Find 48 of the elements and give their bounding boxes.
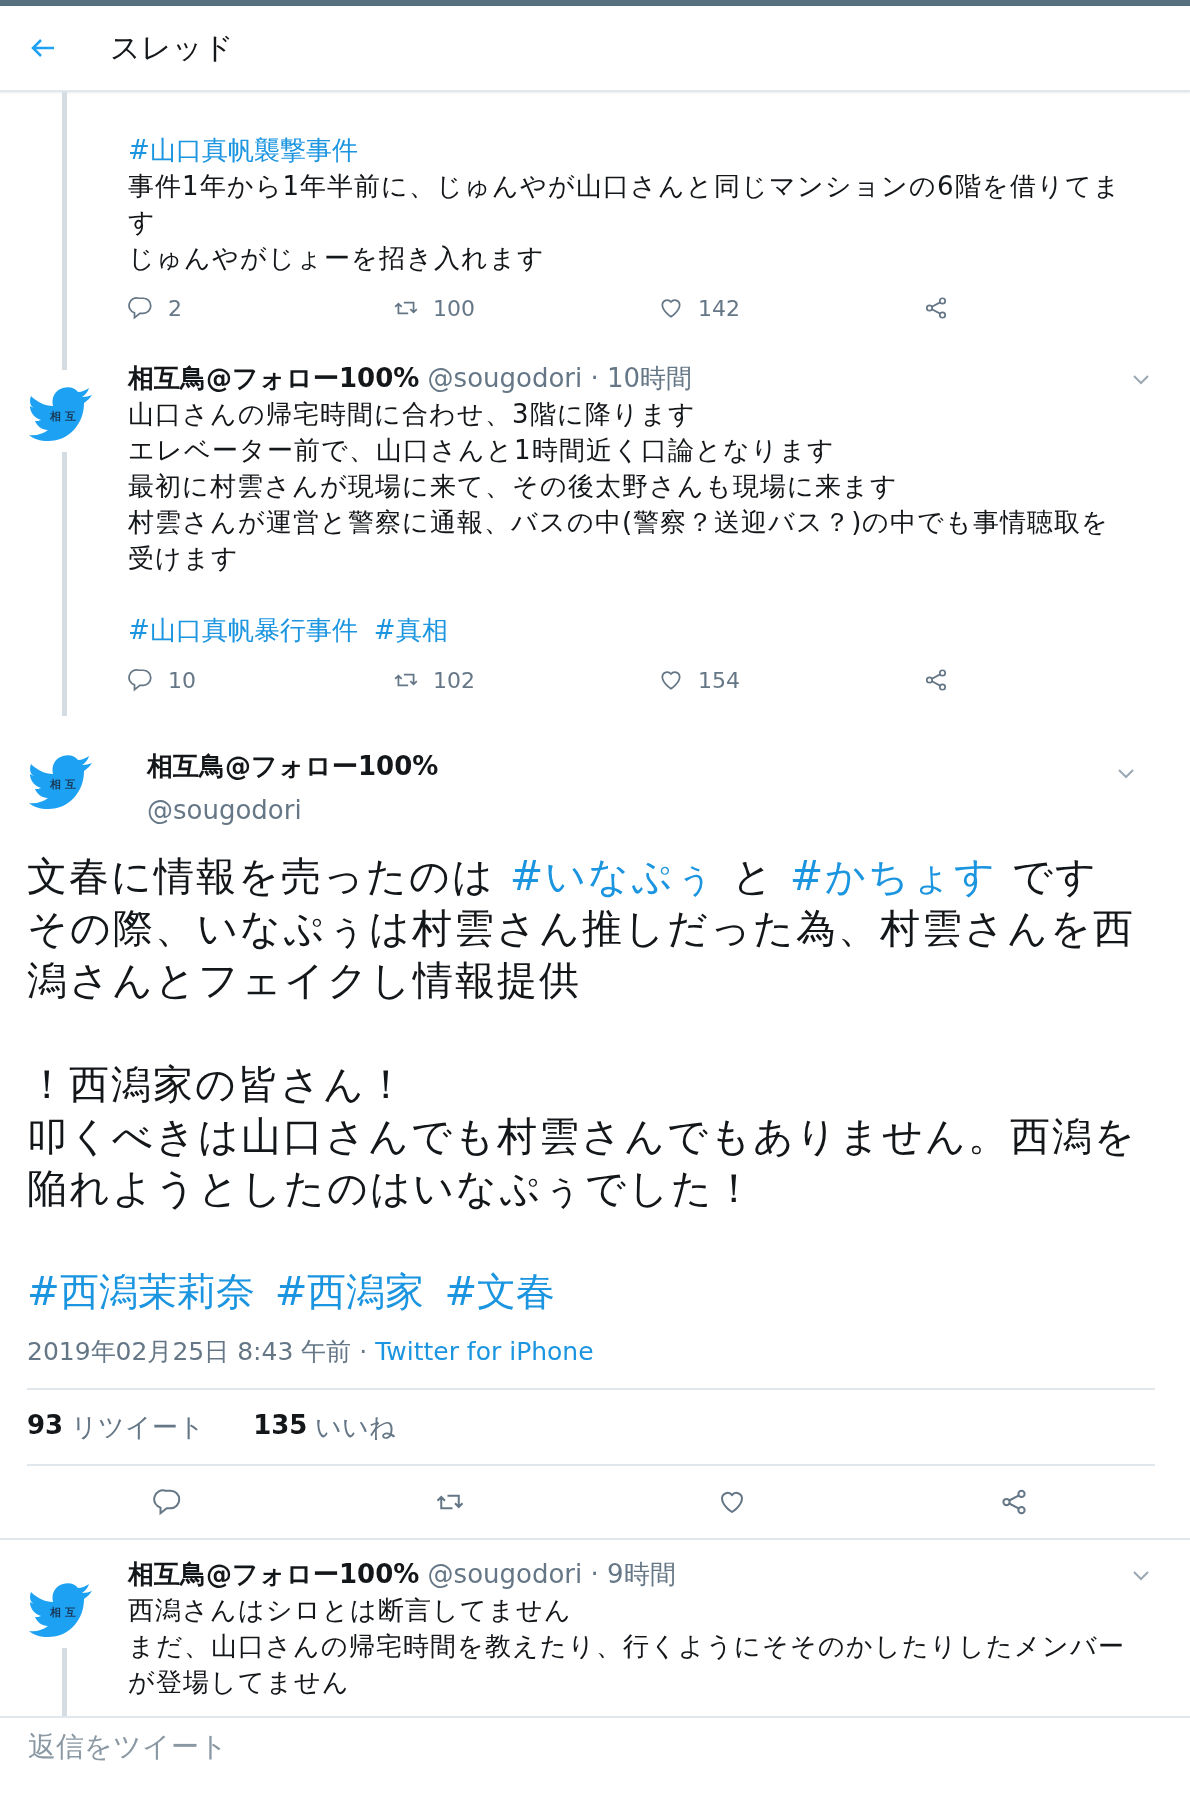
tweet-time: · 10時間	[590, 363, 693, 393]
hashtag-link[interactable]: #かちょす	[789, 853, 998, 899]
count-label[interactable]: いいね	[315, 1409, 397, 1445]
hashtag-link[interactable]: #西潟家	[274, 1264, 425, 1320]
author-name[interactable]: 相互鳥@フォロー100%	[128, 1559, 420, 1589]
share-icon[interactable]	[999, 1487, 1029, 1517]
tweet-text: 西潟さんはシロとは断言してません	[128, 1594, 573, 1627]
tweet-time: · 9時間	[590, 1559, 676, 1589]
hashtag-link[interactable]: #いなぷぅ	[509, 853, 718, 899]
hashtag-link[interactable]: #文春	[444, 1264, 556, 1320]
tweet-text: 最初に村雲さんが現場に来て、その後太野さんも現場に来ます	[128, 470, 899, 503]
source-link[interactable]: Twitter for iPhone	[375, 1337, 594, 1366]
hashtag-link[interactable]: #西潟茉莉奈	[27, 1264, 255, 1320]
tweet-text: 文春に情報を売ったのは #いなぷぅ と #かちょす です	[27, 852, 1099, 901]
author-handle[interactable]: @sougodori	[427, 1559, 583, 1589]
share-icon[interactable]	[923, 295, 949, 321]
author-name[interactable]: 相互鳥@フォロー100%	[128, 363, 420, 393]
reply-icon[interactable]	[128, 667, 154, 693]
tweet-text: 村雲さんが運営と警察に通報、バスの中(警察？送迎バス？)の中でも事情聴取を受けます	[128, 506, 1111, 575]
tweet-text: 叩くべきは山口さんでも村雲さんでもありません。西潟を陥れようとしたのはいなぷぅでした！	[27, 1112, 1138, 1213]
share-icon[interactable]	[923, 667, 949, 693]
count-value[interactable]: 93	[27, 1409, 64, 1445]
retweet-count: 102	[433, 667, 475, 693]
reply-icon[interactable]	[128, 295, 154, 321]
count-label[interactable]: リツイート	[71, 1409, 206, 1445]
author-name[interactable]: 相互鳥@フォロー100%	[147, 748, 1115, 784]
hashtag-link[interactable]: #真相	[373, 612, 448, 648]
tweet-text: エレベーター前で、山口さんと1時間近く口論となります	[128, 434, 836, 467]
reply-count: 10	[168, 667, 196, 693]
reply-icon[interactable]	[153, 1487, 183, 1517]
tweet-text: 事件1年から1年半前に、じゅんやが山口さんと同じマンションの6階を借りてます	[128, 170, 1122, 239]
like-count: 142	[698, 295, 740, 321]
tweet-text: じゅんやがじょーを招き入れます	[128, 242, 546, 275]
page-title: スレッド	[110, 28, 234, 67]
tweet-text: ！西潟家の皆さん！	[27, 1060, 409, 1109]
like-count: 154	[698, 667, 740, 693]
tweet-text: まだ、山口さんの帰宅時間を教えたり、行くようにそそのかしたりしたメンバーが登場してません	[128, 1630, 1126, 1699]
author-handle[interactable]: @sougodori	[427, 363, 583, 393]
author-handle[interactable]: @sougodori	[147, 792, 1115, 828]
retweet-count: 100	[433, 295, 475, 321]
tweet-text: その際、いなぷぅは村雲さん推しだった為、村雲さんを西潟さんとフェイクし情報提供	[27, 904, 1136, 1005]
count-value[interactable]: 135	[253, 1409, 308, 1445]
reply-count: 2	[168, 295, 182, 321]
tweet-date: 2019年02月25日 8:43 午前 ·	[27, 1337, 369, 1366]
hashtag-link[interactable]: #山口真帆暴行事件	[128, 612, 358, 648]
hashtag-link[interactable]: #山口真帆襲撃事件	[128, 132, 358, 168]
reply-field[interactable]: 返信をツイート	[0, 1718, 1190, 1776]
tweet-text: 山口さんの帰宅時間に合わせ、3階に降ります	[128, 398, 697, 431]
